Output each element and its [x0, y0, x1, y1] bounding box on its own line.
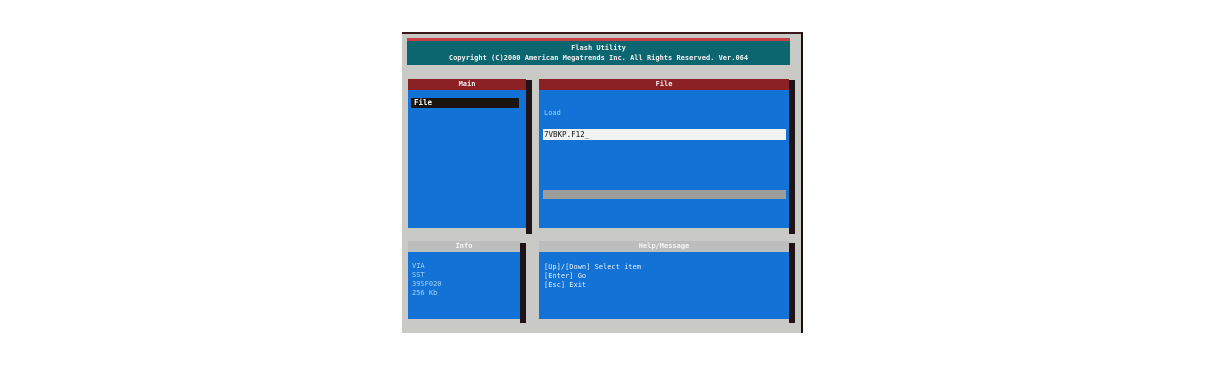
copyright-text: Copyright (C)2000 American Megatrends In… — [448, 54, 749, 62]
info-row: SST — [412, 271, 516, 280]
info-row: 39SF020 — [412, 280, 516, 289]
filename-input[interactable]: 7VBKP.F12_ — [543, 129, 786, 140]
info-panel-title: Info — [408, 241, 520, 252]
file-panel-title: File — [539, 79, 789, 90]
file-panel: File Load 7VBKP.F12_ — [539, 79, 789, 228]
app-title: Flash Utility — [571, 44, 626, 52]
info-panel-shadow — [520, 243, 526, 323]
help-panel-title: Help/Message — [539, 241, 789, 252]
menu-item-file[interactable]: File — [411, 98, 519, 108]
help-line: [Esc] Exit — [544, 281, 587, 289]
help-line: [Enter] Go — [544, 272, 587, 280]
info-row: 256 Kb — [412, 289, 516, 298]
info-row: VIA — [412, 262, 516, 271]
bios-screen: Flash Utility Copyright (C)2000 American… — [402, 32, 803, 333]
help-panel: Help/Message [Up]/[Down] Select item [En… — [539, 241, 789, 319]
info-value: 39SF020 — [412, 280, 442, 288]
main-panel-shadow — [526, 80, 532, 234]
save-filename-input — [543, 190, 786, 199]
file-panel-shadow — [789, 80, 795, 234]
main-panel-title: Main — [408, 79, 526, 90]
main-panel: Main File — [408, 79, 526, 228]
help-panel-shadow — [789, 243, 795, 323]
info-value: 256 Kb — [412, 289, 438, 297]
info-value: SST — [412, 271, 425, 279]
info-panel: Info VIA SST 39SF020 256 Kb — [408, 241, 520, 319]
help-line: [Up]/[Down] Select item — [544, 263, 641, 271]
info-value: VIA — [412, 262, 425, 270]
load-label: Load — [544, 109, 561, 117]
title-bar: Flash Utility Copyright (C)2000 American… — [407, 38, 790, 65]
